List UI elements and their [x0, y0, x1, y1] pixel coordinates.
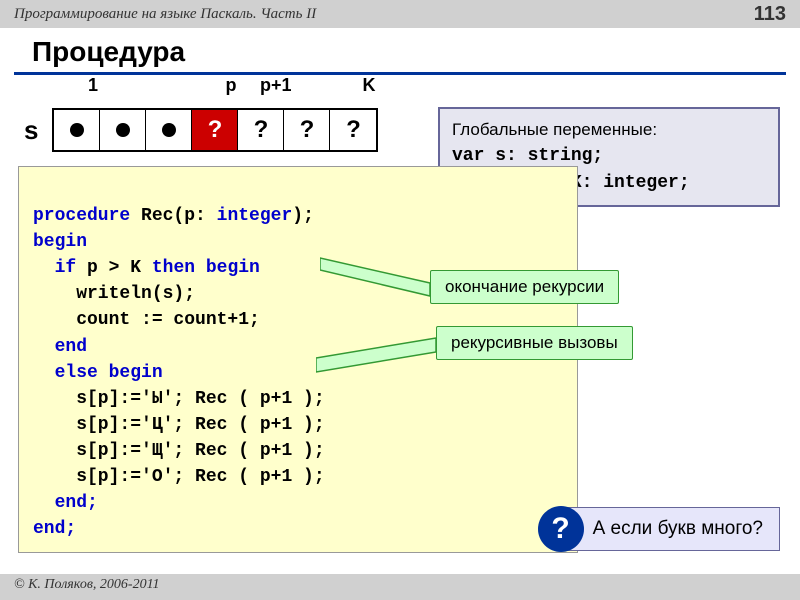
- slide-title: Процедура: [14, 28, 786, 75]
- col-K: K: [346, 75, 392, 96]
- array-column-labels: 1 p p+1 K: [70, 75, 800, 96]
- callout-tail-2: [316, 330, 446, 380]
- question-bubble: ? А если букв много?: [538, 506, 780, 552]
- array-cells: ? ? ? ?: [52, 108, 378, 152]
- callout-recursive-calls: рекурсивные вызовы: [436, 326, 633, 360]
- cell-current: ?: [192, 110, 238, 150]
- col-p1: p+1: [254, 75, 309, 96]
- callout-tail-1: [320, 248, 440, 298]
- col-p: p: [208, 75, 254, 96]
- cell-filled: [54, 110, 100, 150]
- page-number: 113: [754, 3, 786, 26]
- array-label: s: [24, 115, 38, 146]
- col-1: 1: [70, 75, 116, 96]
- cell-unknown: ?: [238, 110, 284, 150]
- cell-filled: [146, 110, 192, 150]
- callout-end-recursion: окончание рекурсии: [430, 270, 619, 304]
- footer: © К. Поляков, 2006-2011: [0, 574, 800, 600]
- header-bar: Программирование на языке Паскаль. Часть…: [0, 0, 800, 28]
- book-title: Программирование на языке Паскаль. Часть…: [14, 6, 316, 23]
- globals-title: Глобальные переменные:: [452, 117, 766, 143]
- cell-filled: [100, 110, 146, 150]
- cell-unknown: ?: [284, 110, 330, 150]
- question-text: А если букв много?: [562, 507, 780, 551]
- question-icon: ?: [538, 506, 584, 552]
- cell-unknown: ?: [330, 110, 376, 150]
